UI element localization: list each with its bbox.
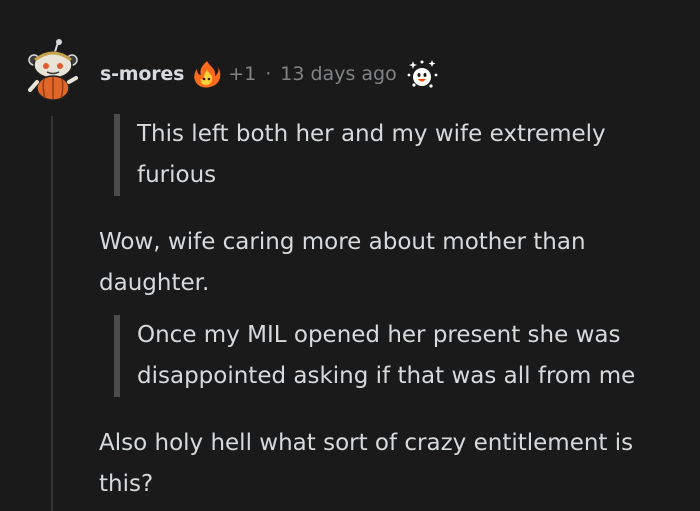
- separator-dot: ·: [265, 63, 272, 85]
- avatar[interactable]: [22, 38, 82, 102]
- comment-paragraph: Wow, wife caring more about mother than …: [99, 222, 586, 304]
- award-icon[interactable]: [405, 58, 439, 90]
- comment-paragraph: Also holy hell what sort of crazy entitl…: [99, 423, 633, 505]
- quote-text-line: disappointed asking if that was all from…: [137, 363, 636, 389]
- thread-collapse-line[interactable]: [51, 116, 53, 511]
- username-link[interactable]: s-mores: [100, 63, 184, 85]
- comment-header: s-mores +1 · 13 days ago: [100, 56, 439, 92]
- fire-flair-icon: [192, 59, 222, 89]
- timestamp-link[interactable]: 13 days ago: [280, 63, 396, 85]
- paragraph-text-line: this?: [99, 471, 154, 497]
- paragraph-text-line: daughter.: [99, 270, 210, 296]
- quote-text-line: This left both her and my wife extremely: [137, 121, 606, 147]
- blockquote: Once my MIL opened her present she was d…: [114, 315, 635, 397]
- quote-text-line: Once my MIL opened her present she was: [137, 322, 621, 348]
- snoo-avatar-icon: [28, 39, 78, 101]
- paragraph-text-line: Wow, wife caring more about mother than: [99, 229, 586, 255]
- comment: s-mores +1 · 13 days ago This left both …: [0, 0, 700, 511]
- blockquote: This left both her and my wife extremely…: [114, 114, 606, 196]
- quote-text-line: furious: [137, 162, 217, 188]
- score: +1: [228, 63, 257, 85]
- paragraph-text-line: Also holy hell what sort of crazy entitl…: [99, 430, 634, 456]
